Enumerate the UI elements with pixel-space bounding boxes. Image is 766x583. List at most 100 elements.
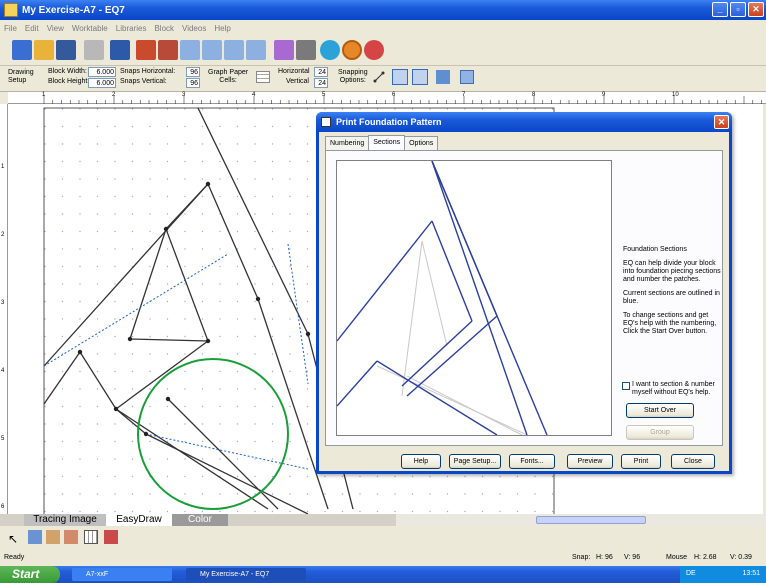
block-height-label: Block Height: [48, 78, 90, 85]
shape-tool-icon[interactable] [104, 530, 118, 544]
fonts-button[interactable]: Fonts... [509, 454, 555, 469]
clock: 13:51 [742, 570, 760, 577]
pencil-tool-icon[interactable] [64, 530, 78, 544]
ruler-label: 5 [322, 92, 326, 98]
snap-line-icon[interactable] [412, 69, 428, 85]
arc-tool-icon[interactable] [46, 530, 60, 544]
checkbox-label: I want to section & number myself withou… [632, 381, 715, 396]
grid-settings-icon[interactable] [460, 70, 474, 84]
taskbar: Start A7-xxF My Exercise-A7 - EQ7 DE 13:… [0, 566, 766, 583]
drawing-setup-label[interactable]: Drawing Setup [8, 69, 34, 85]
ruler-label: 9 [602, 92, 606, 98]
maximize-button[interactable]: ▫ [730, 2, 746, 17]
horizontal-cells-input[interactable]: 24 [314, 67, 328, 77]
horizontal-ruler: 1 2 3 4 5 6 7 8 9 10 [8, 92, 766, 104]
menu-view[interactable]: View [47, 24, 64, 33]
close-button[interactable]: Close [671, 454, 715, 469]
line-tool-icon[interactable] [28, 530, 42, 544]
vruler-label: 2 [1, 232, 5, 238]
page-setup-button[interactable]: Page Setup... [449, 454, 501, 469]
worktable-icon[interactable] [136, 40, 156, 60]
menu-worktable[interactable]: Worktable [72, 24, 108, 33]
print-foundation-dialog: Print Foundation Pattern ✕ Numbering Sec… [316, 112, 732, 474]
minimize-button[interactable]: _ [712, 2, 728, 17]
help-button[interactable]: Help [401, 454, 441, 469]
ruler-label: 10 [672, 92, 679, 98]
graph-paper-label: Graph Paper Cells: [208, 69, 249, 84]
paint-icon[interactable] [436, 70, 450, 84]
view-sketch-icon[interactable] [320, 40, 340, 60]
tab-sections[interactable]: Sections [368, 135, 406, 150]
horizontal-scrollbar[interactable] [396, 514, 766, 526]
new-icon[interactable] [12, 40, 32, 60]
vruler-label: 6 [1, 504, 5, 510]
block-height-input[interactable]: 6.000 [88, 78, 116, 88]
checkbox-box[interactable] [622, 382, 630, 390]
info-paragraph-2: Current sections are outlined in blue. [623, 290, 720, 305]
print-icon[interactable] [84, 40, 104, 60]
vertical-ruler: 1 2 3 4 5 6 [0, 104, 8, 514]
main-toolbar [0, 36, 766, 66]
vruler-label: 5 [1, 436, 5, 442]
grid-tool-icon[interactable] [84, 530, 98, 544]
start-over-button[interactable]: Start Over [626, 403, 694, 418]
ruler-label: 4 [252, 92, 256, 98]
drawing-toolbar: Drawing Setup Block Width: 6.000 Block H… [0, 66, 766, 92]
task-a7xxf[interactable]: A7-xxF [72, 568, 172, 581]
library-icon[interactable] [158, 40, 178, 60]
vertical-label: Vertical [286, 78, 309, 85]
tab-color[interactable]: Color [172, 514, 228, 526]
ruler-label: 8 [532, 92, 536, 98]
start-button[interactable]: Start [0, 566, 60, 583]
dialog-titlebar: Print Foundation Pattern ✕ [316, 112, 732, 132]
zoom-in-icon[interactable] [180, 40, 200, 60]
help-icon[interactable] [296, 40, 316, 60]
snap-grid-icon[interactable] [372, 70, 386, 84]
print-button[interactable]: Print [621, 454, 661, 469]
vertical-cells-input[interactable]: 24 [314, 78, 328, 88]
task-eq7[interactable]: My Exercise-A7 - EQ7 [186, 568, 306, 581]
view-print-icon[interactable] [364, 40, 384, 60]
save-icon[interactable] [56, 40, 76, 60]
tab-tracing-image[interactable]: Tracing Image [24, 514, 106, 526]
snaps-horizontal-input[interactable]: 96 [186, 67, 200, 77]
graph-paper-icon[interactable] [256, 71, 270, 83]
menu-bar: File Edit View Worktable Libraries Block… [0, 20, 766, 36]
group-button[interactable]: Group [626, 425, 694, 440]
zoom-fit-icon[interactable] [224, 40, 244, 60]
draw-tools-toolbar: ↖ [0, 526, 766, 552]
window-titlebar: My Exercise-A7 - EQ7 _ ▫ ✕ [0, 0, 766, 20]
ruler-label: 3 [182, 92, 186, 98]
language-indicator[interactable]: DE [686, 570, 696, 577]
edit-icon[interactable] [274, 40, 294, 60]
close-window-button[interactable]: ✕ [748, 2, 764, 17]
menu-libraries[interactable]: Libraries [116, 24, 147, 33]
undo-icon[interactable] [110, 40, 130, 60]
snap-h-value: H: 96 [596, 554, 613, 561]
vruler-label: 3 [1, 300, 5, 306]
menu-help[interactable]: Help [214, 24, 230, 33]
view-fabric-icon[interactable] [342, 40, 362, 60]
dialog-close-icon[interactable]: ✕ [714, 115, 729, 129]
tab-options[interactable]: Options [404, 136, 439, 150]
ruler-label: 7 [462, 92, 466, 98]
menu-file[interactable]: File [4, 24, 17, 33]
pick-arrow-icon[interactable]: ↖ [8, 532, 18, 546]
block-width-input[interactable]: 6.000 [88, 67, 116, 77]
snaps-vertical-input[interactable]: 96 [186, 78, 200, 88]
zoom-out-icon[interactable] [202, 40, 222, 60]
snap-node-icon[interactable] [392, 69, 408, 85]
preview-button[interactable]: Preview [567, 454, 613, 469]
open-folder-icon[interactable] [34, 40, 54, 60]
printer-icon [321, 117, 331, 127]
tab-easydraw[interactable]: EasyDraw [106, 514, 172, 526]
info-text: Foundation Sections EQ can help divide y… [623, 246, 721, 342]
tab-numbering[interactable]: Numbering [325, 136, 370, 150]
zoom-refresh-icon[interactable] [246, 40, 266, 60]
menu-edit[interactable]: Edit [25, 24, 39, 33]
scroll-thumb[interactable] [536, 516, 646, 524]
ruler-label: 6 [392, 92, 396, 98]
manual-section-checkbox[interactable]: I want to section & number myself withou… [622, 381, 722, 397]
menu-videos[interactable]: Videos [182, 24, 206, 33]
menu-block[interactable]: Block [154, 24, 174, 33]
